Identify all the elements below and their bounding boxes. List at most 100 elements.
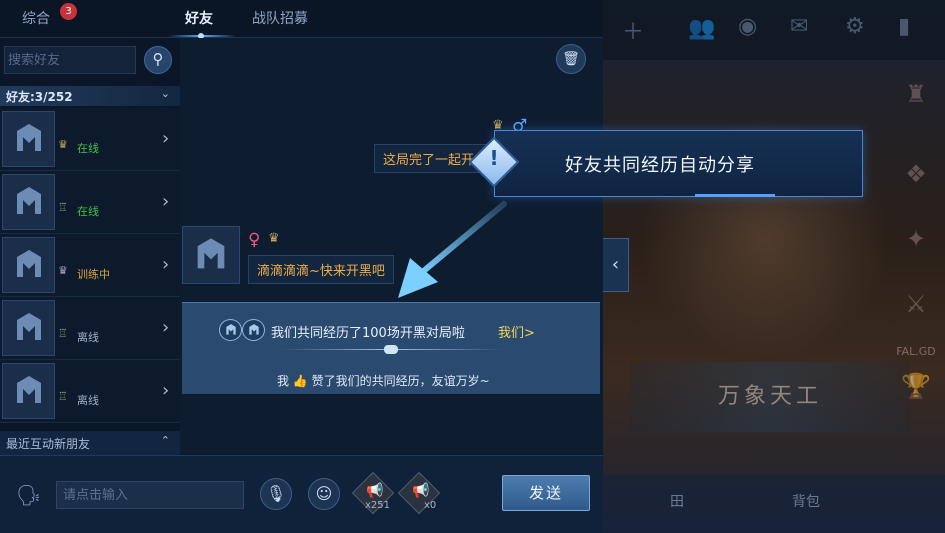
default-avatar-icon <box>197 238 225 269</box>
mail-icon[interactable]: ✉ <box>790 14 808 39</box>
like-suffix: 赞了我们的共同经历，友谊万岁~ <box>311 374 490 388</box>
default-avatar-icon <box>16 250 41 277</box>
input-bar: 🗣 🎙 ☺ 📢 x251 📢 x0 发送 <box>0 455 603 533</box>
friend-status: 在线 <box>77 205 99 218</box>
thumbs-up-icon: 👍 <box>292 374 312 388</box>
rank-icon: ♛ <box>268 231 280 246</box>
friend-search-input[interactable] <box>5 47 135 73</box>
avatar <box>2 363 55 419</box>
avatar <box>2 300 55 356</box>
horn-icon: 📢 <box>366 483 384 499</box>
avatar <box>2 237 55 293</box>
feature-callout: 好友共同经历自动分享 <box>494 130 863 197</box>
rank-icon: ♖ <box>58 201 68 214</box>
trash-icon: 🗑 <box>562 51 580 67</box>
default-avatar-icon <box>16 124 41 151</box>
bottom-left-label[interactable]: 田 <box>670 491 684 511</box>
emoji-button[interactable]: ☺ <box>308 478 340 510</box>
chevron-left-icon: ‹ <box>611 254 620 275</box>
banner-wanxiang[interactable]: 万象天工 <box>630 362 910 432</box>
friend-status: 离线 <box>77 394 99 407</box>
rank-icon: ♛ <box>58 264 68 277</box>
chevron-right-icon[interactable]: › <box>162 254 169 275</box>
pointer-arrow <box>398 201 507 298</box>
experience-link[interactable]: 我们> <box>498 322 535 341</box>
tab-friends[interactable]: 好友 <box>185 8 213 28</box>
pair-avatars <box>219 319 265 341</box>
collapse-panel-button[interactable]: ‹ <box>603 238 629 292</box>
friend-count-label: 好友:3/252 <box>6 90 73 104</box>
voice-chat-icon[interactable]: 🗣 <box>16 483 41 507</box>
friends-list: ⚲ 好友:3/252 ⌄ ♛ 在线 › ♖ 在线 › ♛ 训练中 <box>0 38 180 455</box>
default-avatar-icon <box>16 187 41 214</box>
gear-icon[interactable]: ⚙ <box>845 14 865 39</box>
callout-accent-line <box>695 194 775 197</box>
experience-title: 我们共同经历了100场开黑对局啦 <box>271 326 465 341</box>
chevron-right-icon[interactable]: › <box>162 191 169 212</box>
emoji-icon: ☺ <box>315 484 333 503</box>
friend-status: 训练中 <box>77 268 110 281</box>
side-icon-3[interactable]: ✦ <box>887 225 945 253</box>
recent-friends-bar[interactable]: 最近互动新朋友 ⌃ <box>0 431 180 455</box>
default-avatar-icon <box>16 313 41 340</box>
game-background: ＋ 👥 ◉ ✉ ⚙ ▮ ♜ ❖ ✦ ⚔ FAL.GD 🏆 万象天工 田 背包 <box>600 0 945 533</box>
avatar <box>2 111 55 167</box>
plus-icon[interactable]: ＋ <box>622 14 644 46</box>
chevron-right-icon[interactable]: › <box>162 317 169 338</box>
default-avatar-icon <box>16 376 41 403</box>
search-icon: ⚲ <box>152 50 164 68</box>
shared-experience-card[interactable]: 我们共同经历了100场开黑对局啦 我们> 我 👍 赞了我们的共同经历，友谊万岁~ <box>182 302 600 394</box>
friend-item[interactable]: ♛ 训练中 › <box>0 234 180 297</box>
friend-item[interactable]: ♖ 离线 › <box>0 360 180 423</box>
avatar-icon <box>219 319 242 341</box>
horn-icon: 📢 <box>412 483 430 499</box>
unread-badge: 3 <box>60 3 77 20</box>
avatar <box>2 174 55 230</box>
mic-button[interactable]: 🎙 <box>260 478 292 510</box>
rank-icon: ♖ <box>58 327 68 340</box>
chevron-up-icon: ⌃ <box>160 434 170 447</box>
friend-status: 离线 <box>77 331 99 344</box>
female-icon: ♀ <box>248 230 261 250</box>
like-prefix: 我 <box>277 374 290 388</box>
friend-item[interactable]: ♖ 离线 › <box>0 297 180 360</box>
send-button[interactable]: 发送 <box>502 475 590 511</box>
chevron-right-icon[interactable]: › <box>162 128 169 149</box>
like-line: 我 👍 赞了我们的共同经历，友谊万岁~ <box>277 372 490 389</box>
bottom-strip: 田 背包 <box>600 475 945 533</box>
message-input-box <box>56 481 244 509</box>
delete-chat-button[interactable]: 🗑 <box>556 44 586 74</box>
tab-team-recruit[interactable]: 战队招募 <box>252 8 308 28</box>
bottom-bag-label[interactable]: 背包 <box>792 491 820 511</box>
game-top-bar <box>600 0 945 60</box>
chevron-down-icon: ⌄ <box>160 87 170 100</box>
chevron-right-icon[interactable]: › <box>162 380 169 401</box>
side-icon-1[interactable]: ♜ <box>887 80 945 108</box>
exclamation-icon: ! <box>489 146 499 170</box>
eye-icon[interactable]: ◉ <box>738 14 757 39</box>
horn-count: x251 <box>365 500 391 511</box>
peer-avatar[interactable] <box>182 226 240 284</box>
friend-search-box <box>4 46 136 74</box>
friend-item[interactable]: ♖ 在线 › <box>0 171 180 234</box>
callout-text: 好友共同经历自动分享 <box>565 155 755 176</box>
signal-icon: ▮ <box>898 14 911 39</box>
friend-item[interactable]: ♛ 在线 › <box>0 108 180 171</box>
side-label: FAL.GD <box>896 345 936 358</box>
friend-count-bar[interactable]: 好友:3/252 ⌄ <box>0 86 180 106</box>
rank-icon: ♛ <box>58 138 68 151</box>
search-button[interactable]: ⚲ <box>144 46 172 74</box>
side-icon-4[interactable]: ⚔ <box>887 290 945 318</box>
mic-icon: 🎙 <box>265 484 287 503</box>
message-input[interactable] <box>57 482 243 508</box>
avatar-icon <box>242 319 265 341</box>
rank-icon: ♖ <box>58 390 68 403</box>
side-icon-2[interactable]: ❖ <box>887 160 945 188</box>
tab-general[interactable]: 综合 <box>22 8 50 28</box>
recent-friends-label: 最近互动新朋友 <box>6 437 91 451</box>
friends-icon[interactable]: 👥 <box>688 16 715 41</box>
tab-bar: 综合 3 好友 战队招募 <box>0 0 603 39</box>
horn-count-2: x0 <box>424 500 437 511</box>
divider-ornament <box>384 345 398 354</box>
friend-status: 在线 <box>77 142 99 155</box>
